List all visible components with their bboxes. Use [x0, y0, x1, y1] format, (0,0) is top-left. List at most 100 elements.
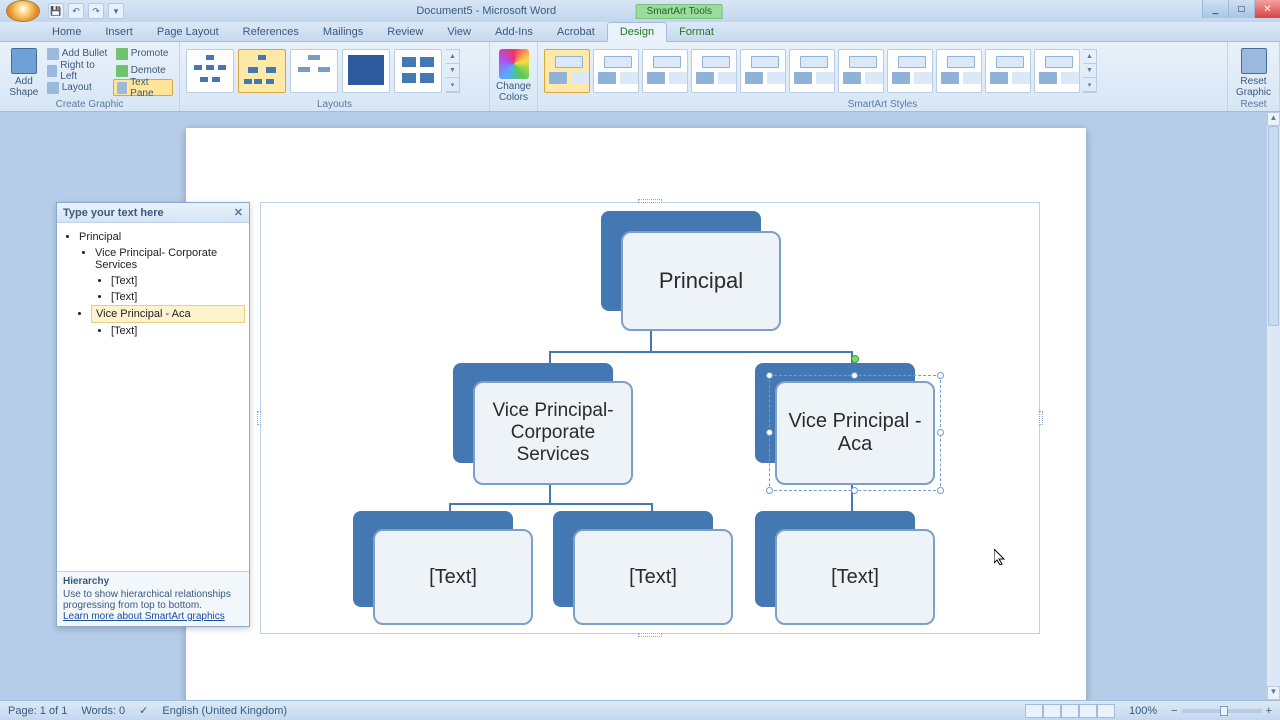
zoom-percent[interactable]: 100% — [1129, 705, 1157, 717]
text-pane-close-icon[interactable]: ✕ — [234, 206, 243, 219]
learn-more-link[interactable]: Learn more about SmartArt graphics — [63, 611, 225, 622]
style-swatch[interactable] — [1034, 49, 1080, 93]
text-pane-item[interactable]: Principal — [79, 229, 245, 245]
resize-handle[interactable] — [766, 429, 773, 436]
vertical-scrollbar[interactable]: ▲ ▼ — [1266, 112, 1280, 700]
text-pane-item[interactable]: Vice Principal- Corporate Services — [95, 245, 245, 273]
style-swatch[interactable] — [936, 49, 982, 93]
layout-icon — [47, 82, 59, 94]
tab-design[interactable]: Design — [607, 22, 667, 42]
view-web-layout[interactable] — [1061, 704, 1079, 718]
style-swatch[interactable] — [887, 49, 933, 93]
tab-insert[interactable]: Insert — [93, 23, 145, 41]
view-outline[interactable] — [1079, 704, 1097, 718]
style-swatch[interactable] — [740, 49, 786, 93]
status-words[interactable]: Words: 0 — [81, 705, 125, 717]
node-vp-corporate[interactable]: Vice Principal- Corporate Services — [453, 363, 653, 491]
status-page[interactable]: Page: 1 of 1 — [8, 705, 67, 717]
resize-handle[interactable] — [937, 372, 944, 379]
add-shape-button[interactable]: Add Shape — [6, 45, 42, 100]
rtl-icon — [47, 65, 58, 77]
tab-home[interactable]: Home — [40, 23, 93, 41]
smartart-canvas[interactable]: Principal Vice Principal- Corporate Serv… — [260, 202, 1040, 634]
tab-mailings[interactable]: Mailings — [311, 23, 375, 41]
scroll-down-icon[interactable]: ▼ — [1267, 686, 1280, 700]
zoom-out-icon[interactable]: − — [1171, 705, 1177, 717]
rotate-handle[interactable] — [851, 355, 859, 363]
close-button[interactable]: ✕ — [1254, 0, 1280, 18]
office-button[interactable] — [6, 0, 40, 22]
qat-more-icon[interactable]: ▾ — [108, 3, 124, 19]
bullet-icon — [47, 48, 59, 60]
node-leaf[interactable]: [Text] — [755, 511, 955, 629]
resize-handle[interactable] — [766, 372, 773, 379]
resize-handle[interactable] — [937, 487, 944, 494]
view-print-layout[interactable] — [1025, 704, 1043, 718]
styles-more-button[interactable]: ▲▼▾ — [1083, 49, 1097, 93]
qat-save-icon[interactable]: 💾 — [48, 3, 64, 19]
ribbon: Add Shape Add Bullet Right to Left Layou… — [0, 42, 1280, 112]
tab-references[interactable]: References — [231, 23, 311, 41]
text-pane-item[interactable]: [Text] — [111, 273, 245, 289]
style-swatch[interactable] — [985, 49, 1031, 93]
status-bar: Page: 1 of 1 Words: 0 ✓ English (United … — [0, 700, 1280, 720]
node-leaf[interactable]: [Text] — [553, 511, 753, 629]
group-smartart-styles: ▲▼▾ SmartArt Styles — [538, 42, 1228, 111]
demote-icon — [116, 65, 128, 77]
resize-handle[interactable] — [766, 487, 773, 494]
canvas-handle[interactable] — [638, 633, 662, 637]
tab-acrobat[interactable]: Acrobat — [545, 23, 607, 41]
view-draft[interactable] — [1097, 704, 1115, 718]
canvas-handle[interactable] — [257, 411, 261, 425]
layout-swatch-selected[interactable] — [238, 49, 286, 93]
node-leaf[interactable]: [Text] — [353, 511, 553, 629]
status-language[interactable]: English (United Kingdom) — [162, 705, 287, 717]
style-swatch-selected[interactable] — [544, 49, 590, 93]
qat-undo-icon[interactable]: ↶ — [68, 3, 84, 19]
view-full-screen[interactable] — [1043, 704, 1061, 718]
canvas-handle[interactable] — [638, 199, 662, 203]
tab-page-layout[interactable]: Page Layout — [145, 23, 231, 41]
tab-view[interactable]: View — [435, 23, 483, 41]
text-pane-item[interactable]: [Text] — [111, 289, 245, 305]
style-swatch[interactable] — [642, 49, 688, 93]
right-to-left-button[interactable]: Right to Left — [44, 62, 111, 79]
scroll-up-icon[interactable]: ▲ — [1267, 112, 1280, 126]
resize-handle[interactable] — [851, 372, 858, 379]
qat-redo-icon[interactable]: ↷ — [88, 3, 104, 19]
layout-swatch[interactable] — [394, 49, 442, 93]
text-pane-body[interactable]: Principal Vice Principal- Corporate Serv… — [57, 223, 249, 563]
change-colors-button[interactable]: Change Colors — [490, 42, 538, 111]
zoom-thumb[interactable] — [1220, 706, 1228, 716]
node-vp-aca[interactable]: Vice Principal - Aca — [755, 363, 955, 491]
canvas-handle[interactable] — [1039, 411, 1043, 425]
layout-swatch[interactable] — [342, 49, 390, 93]
style-swatch[interactable] — [789, 49, 835, 93]
tab-format[interactable]: Format — [667, 23, 726, 41]
layout-swatch[interactable] — [186, 49, 234, 93]
tab-add-ins[interactable]: Add-Ins — [483, 23, 545, 41]
tab-review[interactable]: Review — [375, 23, 435, 41]
zoom-slider[interactable]: − + — [1171, 705, 1272, 717]
style-swatch[interactable] — [593, 49, 639, 93]
style-swatch[interactable] — [838, 49, 884, 93]
proofing-icon[interactable]: ✓ — [139, 704, 148, 717]
node-principal[interactable]: Principal — [601, 211, 781, 331]
layouts-more-button[interactable]: ▲▼▾ — [446, 49, 460, 93]
minimize-button[interactable]: _ — [1202, 0, 1228, 18]
text-pane-button[interactable]: Text Pane — [113, 79, 173, 96]
reset-graphic-button[interactable]: Reset Graphic — [1231, 45, 1277, 100]
layout-button[interactable]: Layout — [44, 79, 111, 96]
group-layouts: ▲▼▾ Layouts — [180, 42, 490, 111]
text-pane-item-selected[interactable]: Vice Principal - Aca — [91, 305, 245, 323]
resize-handle[interactable] — [851, 487, 858, 494]
style-swatch[interactable] — [691, 49, 737, 93]
zoom-in-icon[interactable]: + — [1266, 705, 1272, 717]
layout-swatch[interactable] — [290, 49, 338, 93]
group-reset: Reset Graphic Reset — [1228, 42, 1280, 111]
promote-button[interactable]: Promote — [113, 45, 173, 62]
scroll-thumb[interactable] — [1268, 126, 1279, 326]
text-pane-item[interactable]: [Text] — [111, 323, 245, 339]
maximize-button[interactable]: □ — [1228, 0, 1254, 18]
resize-handle[interactable] — [937, 429, 944, 436]
